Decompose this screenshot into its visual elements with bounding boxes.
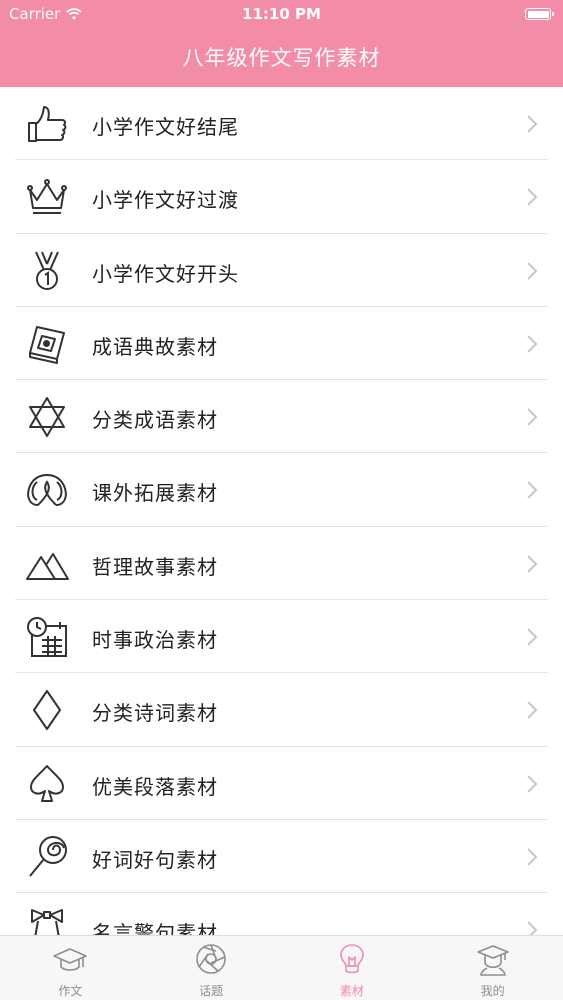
graduation-cap-icon: [53, 948, 88, 971]
star-of-david-icon: [24, 394, 70, 440]
list-item-label: 好词好句素材: [92, 847, 218, 872]
list-item-label: 小学作文好结尾: [92, 115, 239, 139]
chevron-right-icon: [527, 628, 538, 646]
tab-label: 素材: [339, 984, 364, 998]
clock: 11:10 PM: [242, 5, 321, 23]
thumbs-up-icon: [24, 101, 70, 147]
status-bar: Carrier 11:10 PM: [0, 0, 563, 30]
tab-label: 我的: [480, 984, 505, 998]
chevron-right-icon: [527, 481, 538, 500]
list-item[interactable]: 小学作文好过渡: [0, 160, 563, 234]
list-item-label: 成语典故素材: [92, 334, 218, 359]
list-item[interactable]: 小学作文好结尾: [0, 87, 563, 161]
tab-materials[interactable]: 素材: [282, 936, 423, 1000]
tab-essay[interactable]: 作文: [0, 936, 141, 1000]
bow-icon: [24, 907, 70, 935]
chevron-right-icon: [527, 848, 538, 866]
tab-label: 话题: [199, 984, 224, 998]
list-item[interactable]: 课外拓展素材: [0, 453, 563, 528]
chevron-right-icon: [527, 188, 538, 207]
pretzel-icon: [24, 467, 70, 513]
lollipop-icon: [24, 834, 70, 880]
list-item-label: 小学作文好开头: [92, 261, 239, 286]
page-title: 八年级作文写作素材: [182, 46, 381, 70]
crown-icon: [24, 174, 70, 220]
calendar-clock-icon: [24, 614, 70, 660]
book-icon: [24, 321, 70, 367]
chevron-right-icon: [527, 335, 538, 353]
spade-icon: [24, 761, 70, 807]
list-item-label: 分类诗词素材: [92, 701, 218, 726]
list-item[interactable]: 优美段落素材: [0, 747, 563, 821]
list-item-label: 分类成语素材: [92, 408, 218, 433]
list-item[interactable]: 好词好句素材: [0, 820, 563, 894]
chevron-right-icon: [527, 701, 538, 720]
list-item[interactable]: 小学作文好开头: [0, 234, 563, 308]
graduate-avatar-icon: [476, 945, 509, 976]
header: Carrier 11:10 PM 八年级作文写作素材: [0, 0, 563, 87]
material-list: 小学作文好结尾 小学作文好过渡 小学作文好开头 成语典故素材 分类成语素材 课外…: [0, 87, 563, 935]
chevron-right-icon: [527, 115, 538, 133]
list-item[interactable]: 分类诗词素材: [0, 673, 563, 747]
list-item-label: 课外拓展素材: [92, 481, 218, 506]
diamond-icon: [24, 687, 70, 733]
list-item[interactable]: 名言警句素材: [0, 893, 563, 935]
list-item-label: 小学作文好过渡: [92, 188, 239, 213]
tab-mine[interactable]: 我的: [422, 936, 563, 1000]
list-item[interactable]: 成语典故素材: [0, 307, 563, 381]
list-item-label: 名言警句素材: [92, 921, 218, 935]
chevron-right-icon: [527, 408, 538, 426]
mountains-icon: [24, 541, 70, 587]
list-item-label: 优美段落素材: [92, 774, 218, 799]
list-item[interactable]: 时事政治素材: [0, 600, 563, 674]
chevron-right-icon: [527, 921, 538, 935]
list-item[interactable]: 哲理故事素材: [0, 527, 563, 601]
tab-bar: 作文 话题 素材 我的: [0, 935, 563, 1000]
chevron-right-icon: [527, 261, 538, 280]
battery-icon: [525, 8, 554, 20]
aperture-icon: [196, 944, 226, 974]
chevron-right-icon: [527, 774, 538, 793]
chevron-right-icon: [527, 555, 538, 573]
medal-icon: [24, 248, 70, 294]
lightbulb-icon: [340, 944, 364, 974]
tab-label: 作文: [58, 984, 83, 998]
tab-topics[interactable]: 话题: [141, 936, 282, 1000]
list-item-label: 时事政治素材: [92, 628, 218, 653]
list-item-label: 哲理故事素材: [92, 554, 218, 579]
list-item[interactable]: 分类成语素材: [0, 380, 563, 454]
